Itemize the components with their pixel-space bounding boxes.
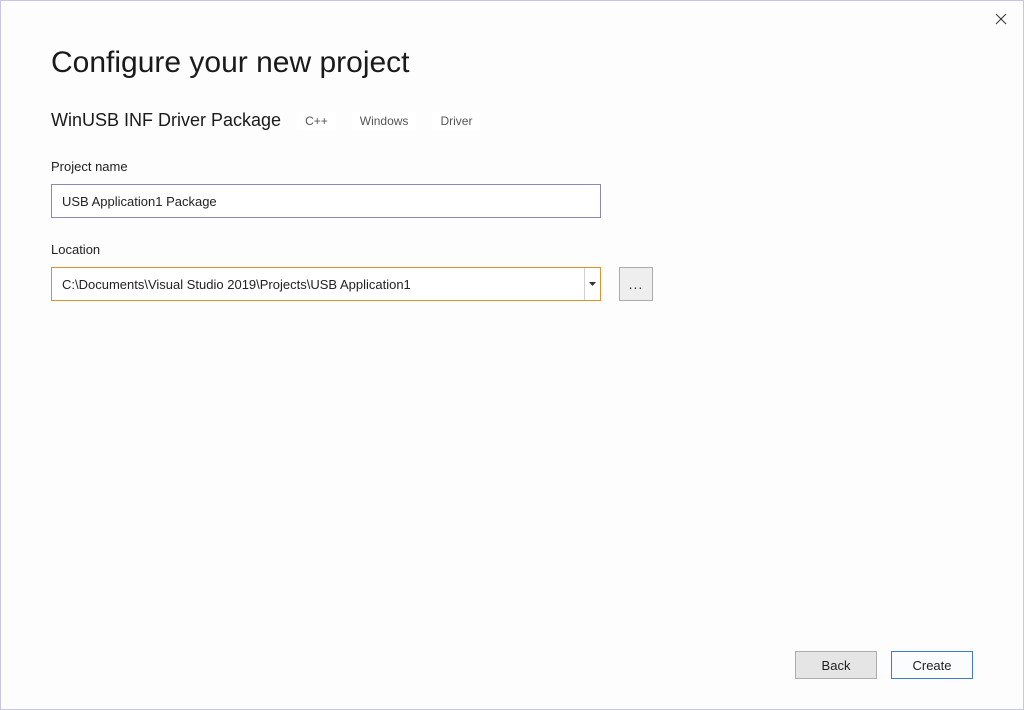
project-name-input[interactable] [51, 184, 601, 218]
tag-cpp: C++ [297, 112, 336, 130]
location-row: ... [51, 267, 973, 301]
template-row: WinUSB INF Driver Package C++ Windows Dr… [51, 110, 973, 131]
location-group: Location ... [51, 242, 973, 301]
close-icon [995, 13, 1007, 25]
tag-windows: Windows [352, 112, 417, 130]
tag-driver: Driver [432, 112, 480, 130]
browse-button[interactable]: ... [619, 267, 653, 301]
configure-project-dialog: Configure your new project WinUSB INF Dr… [0, 0, 1024, 710]
location-input[interactable] [52, 268, 584, 300]
dialog-footer: Back Create [795, 651, 973, 679]
location-label: Location [51, 242, 973, 257]
project-name-group: Project name [51, 159, 973, 218]
close-button[interactable] [991, 9, 1011, 29]
chevron-down-icon [589, 282, 596, 286]
create-button[interactable]: Create [891, 651, 973, 679]
project-name-label: Project name [51, 159, 973, 174]
back-button[interactable]: Back [795, 651, 877, 679]
location-dropdown-button[interactable] [584, 268, 600, 300]
template-name: WinUSB INF Driver Package [51, 110, 281, 131]
location-combo [51, 267, 601, 301]
page-title: Configure your new project [51, 46, 973, 80]
dialog-content: Configure your new project WinUSB INF Dr… [1, 1, 1023, 301]
